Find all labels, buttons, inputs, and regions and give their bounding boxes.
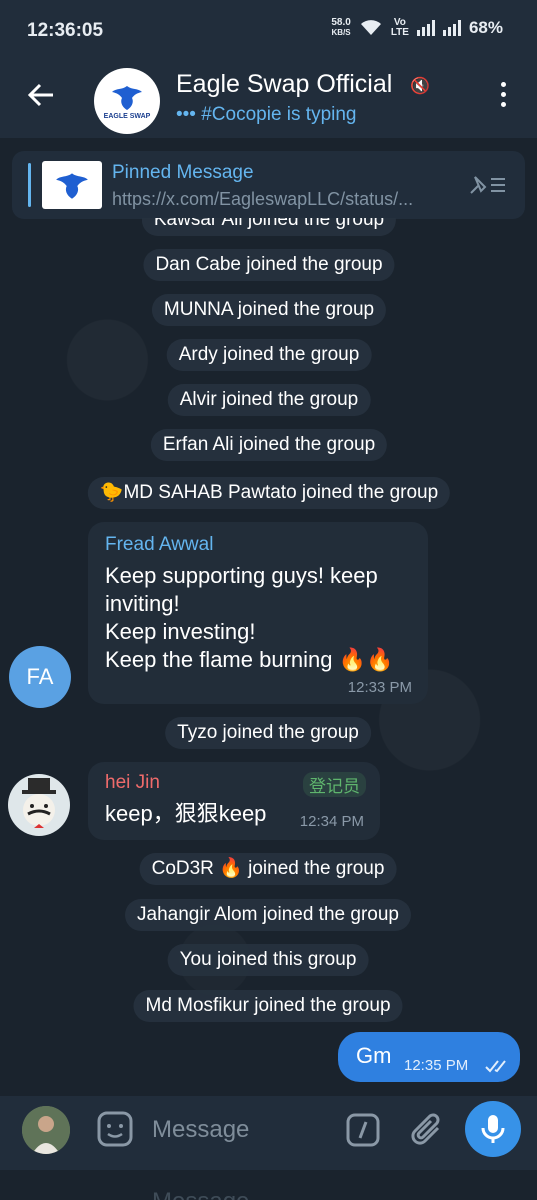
status-icons: 58.0 KB/S Vo LTE 68%: [331, 18, 503, 38]
ghost-placeholder: Message: [152, 1188, 249, 1200]
avatar[interactable]: FA: [9, 646, 71, 708]
pinned-title: Pinned Message: [112, 162, 254, 183]
signal-icon-2: [442, 20, 461, 36]
status-bar: 12:36:05 58.0 KB/S Vo LTE 68%: [0, 0, 537, 62]
net-speed: 58.0 KB/S: [331, 18, 350, 38]
message-text: keep，狠狠keep: [105, 801, 267, 826]
avatar-initials: FA: [26, 664, 54, 689]
message-input-bar: Message: [0, 1096, 537, 1170]
back-arrow-icon[interactable]: [26, 80, 56, 116]
message-text: Gm: [356, 1043, 392, 1068]
incoming-message-bubble[interactable]: hei Jin 登记员 keep，狠狠keep 12:34 PM: [88, 762, 380, 840]
microphone-icon: [481, 1115, 505, 1143]
service-message: Alvir joined the group: [167, 384, 371, 416]
battery-level: 68%: [468, 18, 503, 37]
service-message: Ardy joined the group: [166, 339, 372, 371]
service-message: CoD3R 🔥 joined the group: [139, 853, 397, 885]
chat-title[interactable]: Eagle Swap Official: [176, 70, 392, 99]
send-as-avatar[interactable]: [22, 1106, 70, 1154]
more-menu-icon[interactable]: [501, 82, 507, 112]
group-avatar[interactable]: EAGLE SWAP: [94, 68, 160, 134]
unpin-list-icon[interactable]: [467, 173, 507, 203]
net-speed-value: 58.0: [331, 17, 351, 28]
mute-icon: 🔇: [410, 78, 430, 95]
volte-label: Vo LTE: [391, 18, 409, 38]
service-message: Dan Cabe joined the group: [143, 249, 395, 281]
incoming-message-bubble[interactable]: Fread Awwal Keep supporting guys! keep i…: [88, 522, 428, 704]
sender-name[interactable]: Fread Awwal: [105, 534, 213, 556]
service-message: Erfan Ali joined the group: [150, 429, 388, 461]
service-message: You joined this group: [167, 944, 369, 976]
microphone-button[interactable]: [465, 1101, 521, 1157]
volte-bottom: LTE: [390, 27, 409, 38]
outgoing-message-bubble[interactable]: Gm 12:35 PM: [338, 1032, 520, 1082]
service-message: Tyzo joined the group: [165, 717, 371, 749]
message-time: 12:35 PM: [404, 1057, 469, 1074]
typing-status: ••• #Cocopie is typing: [176, 104, 357, 125]
character-avatar-icon: [22, 778, 56, 828]
sender-name[interactable]: hei Jin: [105, 772, 160, 794]
eagle-logo-icon: [112, 86, 142, 110]
attach-icon[interactable]: [410, 1110, 446, 1155]
pinned-indicator: [28, 163, 31, 207]
signal-icon: [416, 20, 435, 36]
pinned-url: https://x.com/EagleswapLLC/status/...: [112, 189, 414, 209]
double-check-icon: [485, 1060, 506, 1073]
bottom-ghost-strip: Message: [0, 1170, 537, 1200]
chat-header: EAGLE SWAP Eagle Swap Official 🔇 ••• #Co…: [0, 62, 537, 138]
admin-badge: 登记员: [303, 772, 366, 797]
status-time: 12:36:05: [27, 20, 104, 41]
service-message: Jahangir Alom joined the group: [125, 899, 411, 931]
avatar[interactable]: [8, 774, 70, 836]
message-text: Keep supporting guys! keep inviting! Kee…: [105, 563, 394, 672]
net-speed-unit: KB/S: [331, 28, 351, 37]
message-input[interactable]: Message: [152, 1116, 249, 1144]
sticker-emoji-icon[interactable]: [96, 1110, 134, 1153]
message-time: 12:33 PM: [347, 679, 412, 696]
message-time: 12:34 PM: [299, 813, 364, 830]
bot-command-icon[interactable]: [345, 1112, 381, 1153]
service-message: 🐤MD SAHAB Pawtato joined the group: [87, 477, 451, 509]
pinned-thumbnail: [42, 161, 102, 209]
service-message: MUNNA joined the group: [151, 294, 387, 326]
wifi-icon: [360, 20, 381, 35]
logo-text: EAGLE SWAP: [103, 113, 151, 120]
service-message: Md Mosfikur joined the group: [133, 990, 403, 1022]
eagle-logo-icon: [56, 173, 88, 199]
pinned-message-bar[interactable]: Pinned Message https://x.com/EagleswapLL…: [12, 151, 525, 219]
